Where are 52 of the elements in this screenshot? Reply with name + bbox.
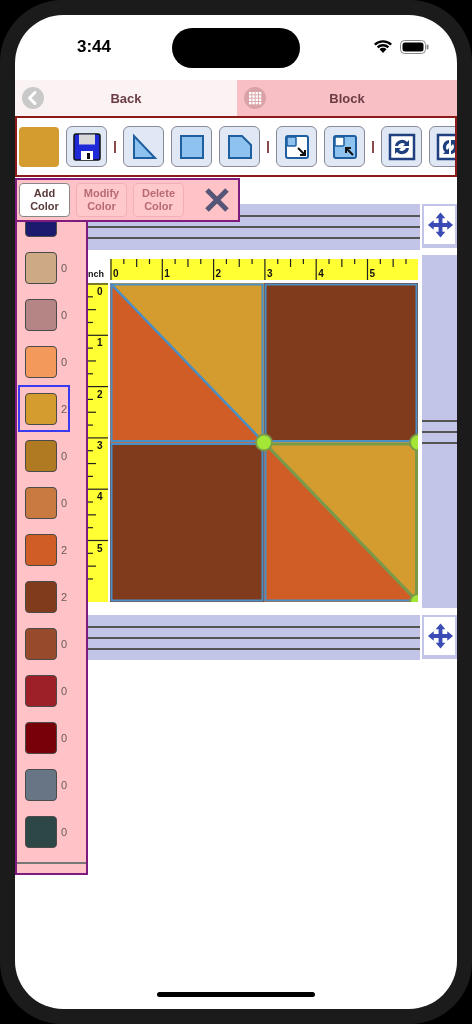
- color-count: 2: [61, 402, 68, 415]
- color-item[interactable]: 2: [18, 526, 70, 573]
- rotate-button[interactable]: [381, 126, 422, 167]
- send-back-button[interactable]: [276, 126, 317, 167]
- color-item[interactable]: 0: [18, 244, 70, 291]
- save-button[interactable]: [66, 126, 107, 167]
- color-item[interactable]: 0: [18, 808, 70, 855]
- square-tool-button[interactable]: [171, 126, 212, 167]
- ruler-unit: nch: [88, 268, 105, 280]
- move-button[interactable]: [422, 204, 457, 248]
- color-count: 0: [61, 778, 68, 791]
- color-count: 0: [61, 496, 68, 509]
- grid-icon: [244, 87, 266, 109]
- clipped-square-tool-button[interactable]: [219, 126, 260, 167]
- color-count: 0: [61, 825, 68, 838]
- current-color-swatch[interactable]: [19, 126, 59, 167]
- color-item[interactable]: 2: [18, 385, 70, 432]
- quilt-square[interactable]: [255, 433, 418, 602]
- color-item[interactable]: 0: [18, 479, 70, 526]
- battery-icon: [400, 39, 429, 54]
- top-ruler: 0 1 2 3 4 5: [110, 259, 418, 280]
- bring-front-button[interactable]: [324, 126, 365, 167]
- screen-title: Block: [329, 90, 365, 106]
- color-item[interactable]: 0: [18, 338, 70, 385]
- rotate-icon: [386, 131, 417, 162]
- left-ruler: 0 1 2 3 4 5: [88, 283, 108, 602]
- color-action-button[interactable]: Add Color: [19, 183, 70, 217]
- color-item[interactable]: 0: [18, 761, 70, 808]
- color-item[interactable]: 0: [18, 620, 70, 667]
- color-item[interactable]: 0: [18, 667, 70, 714]
- color-count: 0: [61, 308, 68, 321]
- color-count: 0: [61, 637, 68, 650]
- drag-bar[interactable]: [88, 615, 420, 660]
- color-item[interactable]: 0: [18, 291, 70, 338]
- color-count: 0: [61, 731, 68, 744]
- back-icon: [22, 87, 44, 109]
- color-item[interactable]: 0: [18, 432, 70, 479]
- move-button[interactable]: [422, 615, 457, 659]
- color-count: 2: [61, 543, 68, 556]
- color-item[interactable]: 2: [18, 573, 70, 620]
- color-count: 0: [61, 355, 68, 368]
- color-count: 0: [61, 684, 68, 697]
- wifi-icon: [373, 39, 393, 54]
- flip-icon: [434, 131, 455, 162]
- color-count: 0: [61, 449, 68, 462]
- color-item[interactable]: 0: [18, 714, 70, 761]
- color-count: 2: [61, 590, 68, 603]
- triangle-tool-button[interactable]: [123, 126, 164, 167]
- status-time: 3:44: [77, 37, 112, 57]
- back-button[interactable]: Back: [15, 80, 237, 116]
- color-count: 0: [61, 261, 68, 274]
- close-icon[interactable]: [204, 187, 230, 213]
